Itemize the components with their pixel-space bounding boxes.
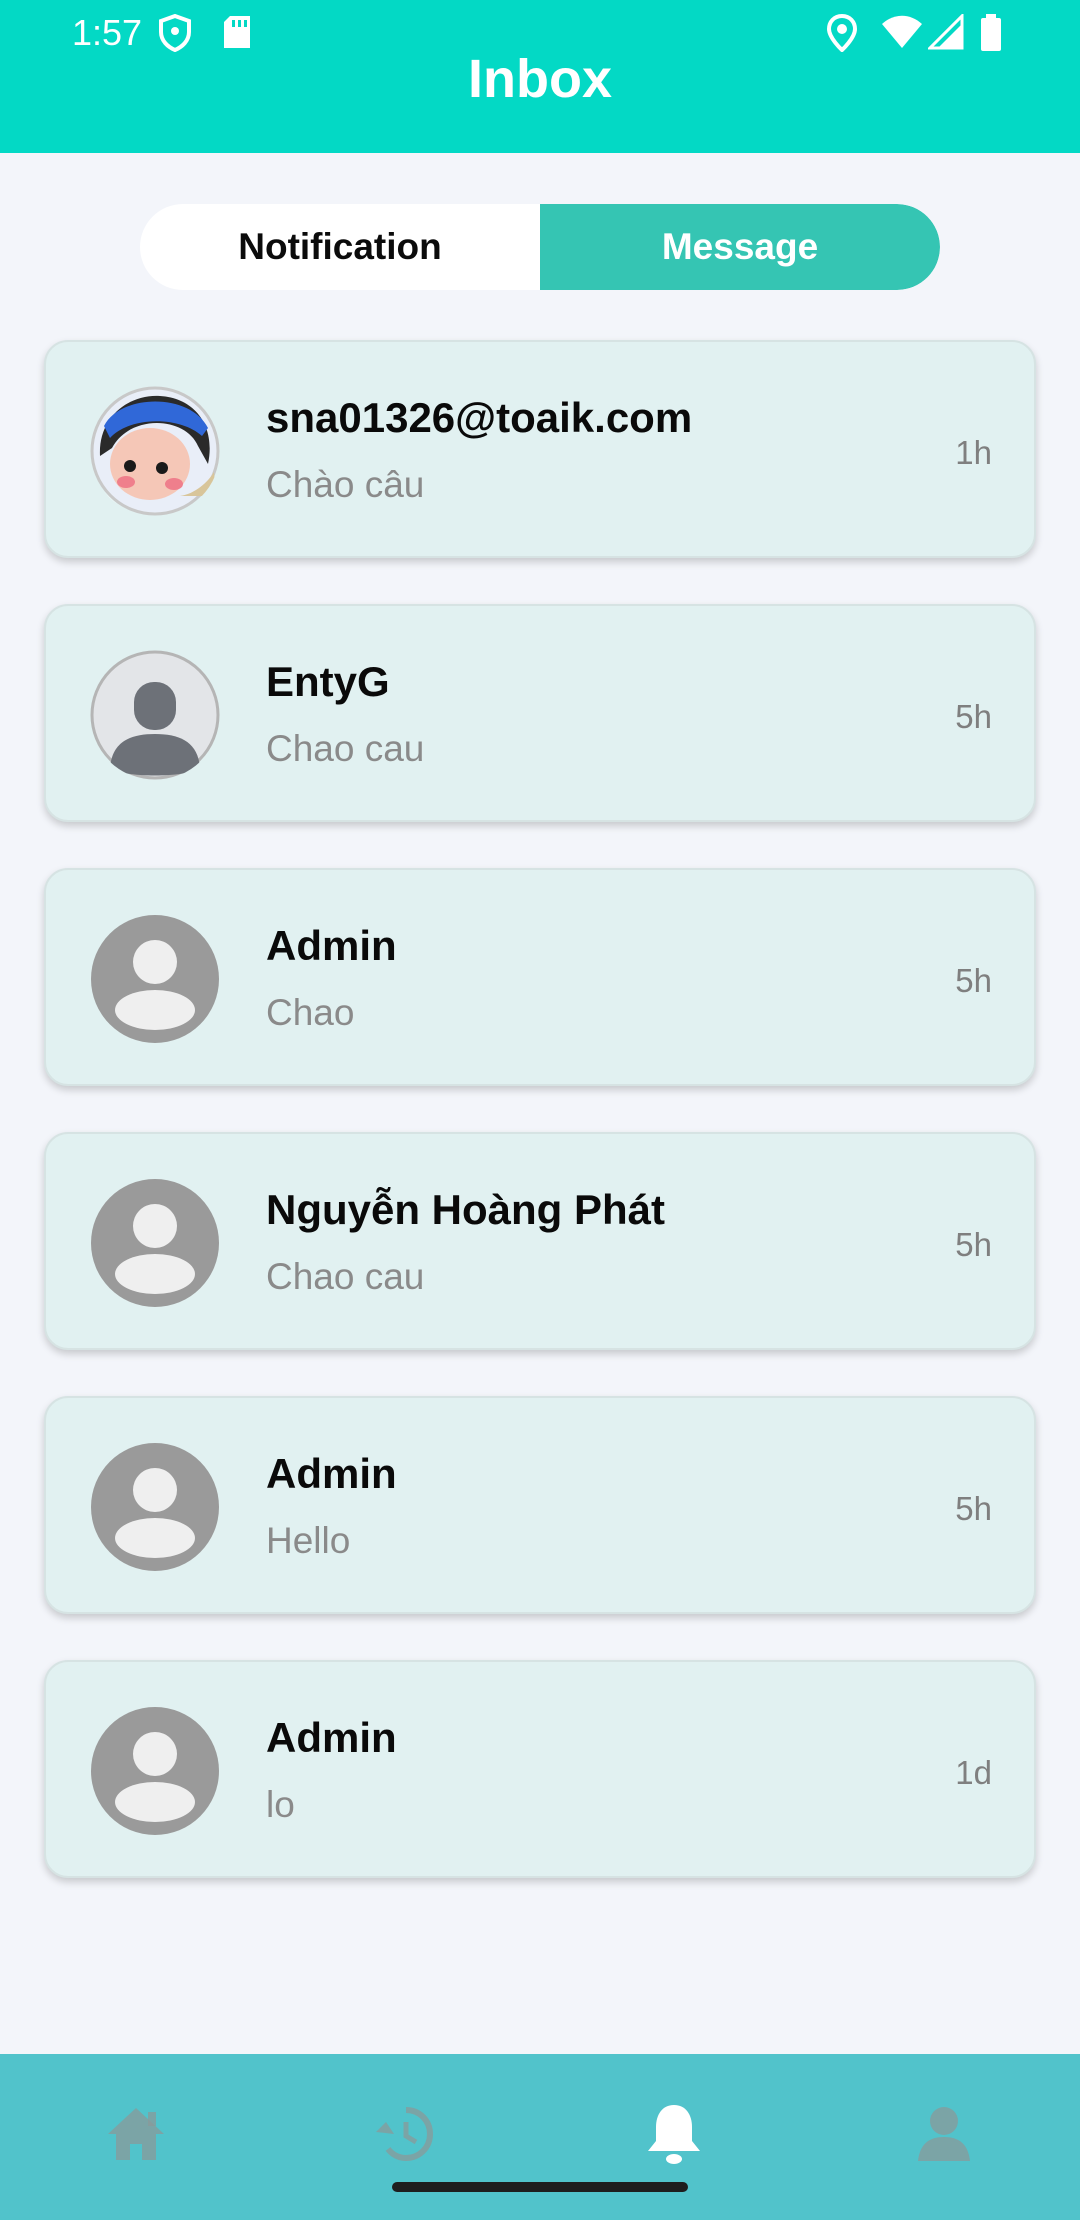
bottom-nav — [0, 2054, 1080, 2220]
message-card[interactable]: Nguyễn Hoàng Phát Chao cau 5h — [44, 1132, 1036, 1350]
message-card[interactable]: Admin Chao 5h — [44, 868, 1036, 1086]
sender-name: sna01326@toaik.com — [266, 394, 693, 441]
history-icon[interactable] — [364, 2094, 444, 2174]
sender-name: EntyG — [266, 658, 390, 705]
page-title: Inbox — [468, 49, 612, 109]
sender-name: Admin — [266, 1450, 397, 1497]
tab-notification[interactable]: Notification — [140, 204, 540, 290]
message-card[interactable]: Admin Hello 5h — [44, 1396, 1036, 1614]
message-card[interactable]: Admin lo 1d — [44, 1660, 1036, 1878]
message-preview: Hello — [266, 1520, 351, 1561]
inbox-tabs: Notification Message — [140, 204, 940, 290]
message-preview: lo — [266, 1784, 295, 1825]
placeholder-avatar — [90, 1706, 220, 1836]
default-user-avatar — [90, 650, 220, 780]
header: 1:57 Inbox — [0, 0, 1080, 153]
home-icon[interactable] — [96, 2094, 176, 2174]
sender-name: Admin — [266, 922, 397, 969]
placeholder-avatar — [90, 1178, 220, 1308]
message-time: 5h — [955, 698, 992, 735]
cartoon-avatar — [90, 386, 220, 516]
sender-name: Nguyễn Hoàng Phát — [266, 1186, 666, 1233]
message-time: 5h — [955, 1490, 992, 1527]
message-preview: Chào câu — [266, 464, 425, 505]
message-card[interactable]: EntyG Chao cau 5h — [44, 604, 1036, 822]
app-root: 1:57 Inbox Notification Message sna01326… — [0, 0, 1080, 2220]
message-time: 1d — [955, 1754, 992, 1791]
placeholder-avatar — [90, 1442, 220, 1572]
message-time: 1h — [955, 434, 992, 471]
profile-icon[interactable] — [904, 2094, 984, 2174]
message-time: 5h — [955, 1226, 992, 1263]
placeholder-avatar — [90, 914, 220, 1044]
message-list: sna01326@toaik.com Chào câu 1h EntyG Cha… — [44, 340, 1036, 1924]
message-preview: Chao — [266, 992, 355, 1033]
sender-name: Admin — [266, 1714, 397, 1761]
message-preview: Chao cau — [266, 1256, 425, 1297]
message-card[interactable]: sna01326@toaik.com Chào câu 1h — [44, 340, 1036, 558]
home-indicator[interactable] — [392, 2182, 688, 2192]
bell-icon[interactable] — [634, 2094, 714, 2174]
message-time: 5h — [955, 962, 992, 999]
tab-message[interactable]: Message — [540, 204, 940, 290]
message-preview: Chao cau — [266, 728, 425, 769]
